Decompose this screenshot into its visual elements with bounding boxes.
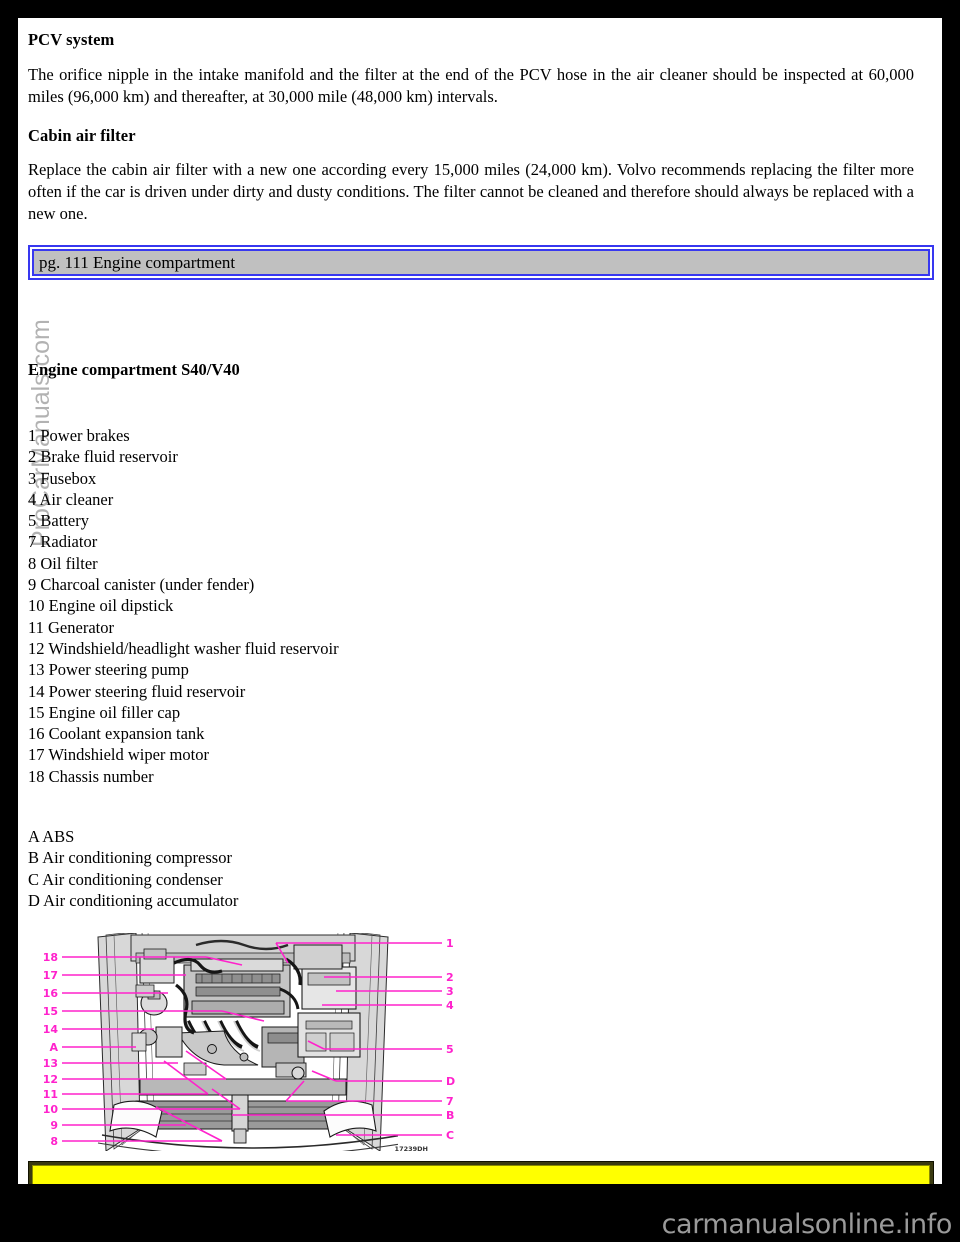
list-item: 13 Power steering pump bbox=[28, 660, 189, 680]
list-item: 5 Battery bbox=[28, 511, 89, 531]
paragraph-pcv-system: The orifice nipple in the intake manifol… bbox=[28, 64, 914, 106]
diagram-image-code: 17239DH bbox=[395, 1145, 428, 1153]
callout-label: 1 bbox=[446, 937, 454, 950]
notice-bar[interactable] bbox=[28, 1161, 934, 1184]
heading-cabin-air-filter: Cabin air filter bbox=[28, 125, 136, 145]
callout-label: 8 bbox=[50, 1135, 58, 1148]
list-item: B Air conditioning compressor bbox=[28, 848, 232, 868]
heading-engine-compartment: Engine compartment S40/V40 bbox=[28, 359, 240, 379]
callout-label: 2 bbox=[446, 971, 454, 984]
list-item: D Air conditioning accumulator bbox=[28, 890, 239, 910]
list-item: 8 Oil filter bbox=[28, 553, 98, 573]
callout-label: 7 bbox=[446, 1095, 454, 1108]
list-item: 17 Windshield wiper motor bbox=[28, 745, 209, 765]
list-item: 2 Brake fluid reservoir bbox=[28, 447, 178, 467]
list-item: 7 Radiator bbox=[28, 532, 98, 552]
callout-label: 18 bbox=[43, 951, 58, 964]
list-item: 1 Power brakes bbox=[28, 425, 130, 445]
list-item: C Air conditioning condenser bbox=[28, 869, 223, 889]
callout-label: A bbox=[49, 1041, 58, 1054]
callout-label: 9 bbox=[50, 1119, 58, 1132]
document-page: PCV system The orifice nipple in the int… bbox=[18, 18, 942, 1184]
callout-label: 13 bbox=[43, 1057, 58, 1070]
list-item: 4 Air cleaner bbox=[28, 489, 114, 509]
heading-pcv-system: PCV system bbox=[28, 30, 115, 49]
page-reference-label: pg. 111 Engine compartment bbox=[39, 252, 236, 272]
list-item: 10 Engine oil dipstick bbox=[28, 596, 174, 616]
list-item: 11 Generator bbox=[28, 617, 114, 637]
callout-label: 14 bbox=[43, 1023, 59, 1036]
callout-label: 17 bbox=[43, 969, 58, 982]
list-item: 18 Chassis number bbox=[28, 766, 154, 786]
callout-label: 4 bbox=[446, 999, 454, 1012]
engine-compartment-diagram: 18 17 16 15 14 A 13 12 11 10 9 8 1 2 3 4… bbox=[36, 929, 468, 1158]
callout-label: C bbox=[446, 1129, 454, 1142]
callout-label: B bbox=[446, 1109, 454, 1122]
callout-label: 15 bbox=[43, 1005, 58, 1018]
list-item: A ABS bbox=[28, 826, 75, 846]
engine-part-number-list: 1 Power brakes 2 Brake fluid reservoir 3… bbox=[28, 425, 932, 787]
paragraph-cabin-air-filter: Replace the cabin air filter with a new … bbox=[28, 160, 914, 223]
callout-label: 11 bbox=[43, 1088, 58, 1101]
list-item: 16 Coolant expansion tank bbox=[28, 724, 205, 744]
callout-label: D bbox=[446, 1075, 455, 1088]
site-brand: carmanualsonline.info bbox=[661, 1209, 953, 1240]
callout-label: 10 bbox=[43, 1103, 59, 1116]
page-reference-bar-inner: pg. 111 Engine compartment bbox=[32, 248, 930, 276]
page-reference-bar[interactable]: pg. 111 Engine compartment bbox=[28, 244, 934, 280]
callout-label: 3 bbox=[446, 985, 454, 998]
engine-compartment-illustration: 18 17 16 15 14 A 13 12 11 10 9 8 1 2 3 4… bbox=[36, 929, 468, 1158]
list-item: 14 Power steering fluid reservoir bbox=[28, 681, 246, 701]
list-item: 15 Engine oil filler cap bbox=[28, 702, 181, 722]
engine-part-letter-list: A ABS B Air conditioning compressor C Ai… bbox=[28, 826, 932, 911]
list-item: 9 Charcoal canister (under fender) bbox=[28, 575, 255, 595]
notice-bar-inner bbox=[32, 1165, 930, 1184]
callout-label: 5 bbox=[446, 1043, 454, 1056]
callout-label: 16 bbox=[43, 987, 59, 1000]
callout-label: 12 bbox=[43, 1073, 58, 1086]
list-item: 12 Windshield/headlight washer fluid res… bbox=[28, 638, 339, 658]
document-content: PCV system The orifice nipple in the int… bbox=[18, 18, 942, 1158]
list-item: 3 Fusebox bbox=[28, 468, 97, 488]
